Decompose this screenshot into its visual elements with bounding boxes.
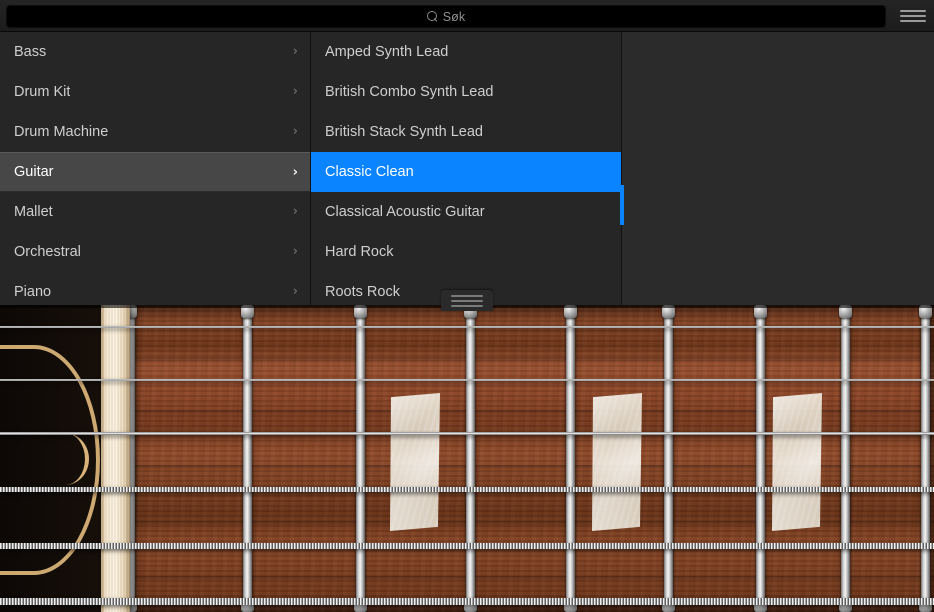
list-item-label: Roots Rock: [325, 284, 400, 300]
list-item[interactable]: Guitar ›: [0, 152, 310, 192]
list-item[interactable]: Classical Acoustic Guitar: [311, 192, 621, 232]
search-input[interactable]: Søk: [6, 5, 886, 28]
grip-line-1: [451, 295, 483, 297]
menu-line-2: [900, 15, 926, 17]
guitar-fretboard[interactable]: [0, 305, 934, 612]
fret-wire: [756, 305, 765, 612]
category-column[interactable]: Bass›Drum Kit›Drum Machine›Guitar›Mallet…: [0, 32, 311, 310]
chevron-right-icon: ›: [293, 244, 298, 259]
chevron-right-icon: ›: [293, 284, 298, 299]
app-window: Søk Bass›Drum Kit›Drum Machine›Guitar›Ma…: [0, 0, 934, 612]
guitar-string[interactable]: [0, 598, 934, 605]
chevron-right-icon: ›: [293, 204, 298, 219]
search-placeholder-text: Søk: [443, 10, 466, 24]
list-item-label: Orchestral: [14, 244, 81, 260]
top-toolbar: Søk: [0, 0, 934, 32]
fret-wire: [566, 305, 575, 612]
menu-line-1: [900, 10, 926, 12]
chevron-right-icon: ›: [293, 124, 298, 139]
fret-wire: [466, 305, 475, 612]
grip-line-3: [451, 305, 483, 307]
fret-wire: [921, 305, 930, 612]
fret-inlay-marker: [592, 393, 642, 531]
instrument-browser: Bass›Drum Kit›Drum Machine›Guitar›Mallet…: [0, 32, 934, 310]
list-item-label: Drum Machine: [14, 124, 108, 140]
list-item-label: Amped Synth Lead: [325, 44, 448, 60]
guitar-string[interactable]: [0, 326, 934, 328]
guitar-nut: [101, 305, 130, 612]
list-item[interactable]: Amped Synth Lead: [311, 32, 621, 72]
list-item[interactable]: Orchestral ›: [0, 232, 310, 272]
guitar-string[interactable]: [0, 487, 934, 492]
detail-column[interactable]: [622, 32, 934, 310]
menu-line-3: [900, 20, 926, 22]
fret-inlay-marker: [772, 393, 822, 531]
fret-wire: [664, 305, 673, 612]
grip-line-2: [451, 300, 483, 302]
guitar-string[interactable]: [0, 543, 934, 549]
list-item-label: British Stack Synth Lead: [325, 124, 483, 140]
list-item-label: Piano: [14, 284, 51, 300]
panel-resize-handle[interactable]: [441, 290, 493, 311]
list-item[interactable]: British Combo Synth Lead: [311, 72, 621, 112]
fret-wire: [356, 305, 365, 612]
fret-wire: [841, 305, 850, 612]
chevron-right-icon: ›: [293, 165, 298, 180]
list-item-label: Guitar: [14, 164, 54, 180]
list-item-label: Bass: [14, 44, 46, 60]
search-input-contents: Søk: [427, 10, 466, 24]
list-item[interactable]: Mallet ›: [0, 192, 310, 232]
list-item-label: Mallet: [14, 204, 53, 220]
list-item[interactable]: British Stack Synth Lead: [311, 112, 621, 152]
list-item-label: Drum Kit: [14, 84, 70, 100]
list-item-label: Classic Clean: [325, 164, 414, 180]
guitar-string[interactable]: [0, 432, 934, 435]
list-item[interactable]: Bass ›: [0, 32, 310, 72]
list-item-label: Classical Acoustic Guitar: [325, 204, 485, 220]
fret-wire: [243, 305, 252, 612]
selection-overflow-indicator: [620, 185, 624, 225]
list-item[interactable]: Drum Kit ›: [0, 72, 310, 112]
chevron-right-icon: ›: [293, 44, 298, 59]
patch-column[interactable]: Amped Synth Lead British Combo Synth Lead…: [311, 32, 622, 310]
list-item-label: British Combo Synth Lead: [325, 84, 493, 100]
list-item[interactable]: Drum Machine ›: [0, 112, 310, 152]
guitar-string[interactable]: [0, 379, 934, 381]
list-item[interactable]: Classic Clean: [311, 152, 621, 192]
fret-inlay-marker: [390, 393, 440, 531]
hamburger-menu-icon[interactable]: [900, 7, 926, 25]
search-icon: [427, 11, 438, 22]
list-item[interactable]: Hard Rock: [311, 232, 621, 272]
list-item-label: Hard Rock: [325, 244, 394, 260]
chevron-right-icon: ›: [293, 84, 298, 99]
